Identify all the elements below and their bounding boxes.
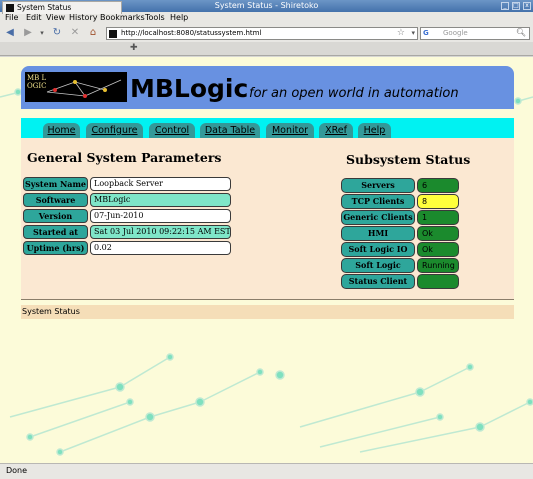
site-tagline: for an open world in automation: [249, 86, 459, 101]
site-brand: MBLogic: [130, 74, 249, 103]
param-label: Software: [23, 193, 88, 207]
tab-favicon: [6, 4, 14, 12]
search-placeholder[interactable]: Google: [443, 29, 468, 37]
nav-help[interactable]: Help: [358, 123, 391, 138]
close-icon[interactable]: x: [523, 2, 531, 10]
minimize-icon[interactable]: _: [501, 2, 509, 10]
menu-edit[interactable]: Edit: [26, 13, 42, 22]
tab-label: System Status: [17, 3, 72, 12]
forward-arrow-icon[interactable]: ▶: [22, 27, 34, 39]
subsystem-value: Ok: [417, 226, 459, 241]
search-engine-icon[interactable]: G: [423, 29, 429, 37]
param-label: System Name: [23, 177, 88, 191]
maximize-icon[interactable]: □: [512, 2, 520, 10]
nav-control[interactable]: Control: [149, 123, 195, 138]
param-value: 07-Jun-2010: [90, 209, 231, 223]
logo-network-graphic: [46, 79, 122, 98]
back-arrow-icon[interactable]: ◀: [4, 27, 16, 39]
new-tab-icon[interactable]: ✚: [130, 43, 138, 53]
param-label: Uptime (hrs): [23, 241, 88, 255]
address-bar[interactable]: http://localhost:8080/statussystem.html …: [106, 27, 418, 40]
menu-help[interactable]: Help: [170, 13, 188, 22]
subsystem-value: Running: [417, 258, 459, 273]
menu-view[interactable]: View: [46, 13, 65, 22]
param-label: Started at: [23, 225, 88, 239]
param-label: Version: [23, 209, 88, 223]
address-url[interactable]: http://localhost:8080/statussystem.html: [121, 29, 261, 37]
subsystem-label: Soft Logic: [341, 258, 415, 273]
subsystem-label: Soft Logic IO: [341, 242, 415, 257]
subsystem-label: Generic Clients: [341, 210, 415, 225]
subsystem-value: [417, 274, 459, 289]
mblogic-logo: MB LOGIC: [25, 72, 127, 102]
nav-data-table[interactable]: Data Table: [200, 123, 260, 138]
reload-icon[interactable]: ↻: [51, 27, 63, 39]
nav-configure[interactable]: Configure: [86, 123, 143, 138]
site-header: MB LOGIC MBLogic for an open world in au…: [21, 66, 514, 109]
url-dropdown-icon[interactable]: ▾: [411, 29, 415, 37]
page-viewport: MB LOGIC MBLogic for an open world in au…: [0, 57, 533, 463]
subsystem-status-heading: Subsystem Status: [346, 152, 471, 167]
menu-tools[interactable]: Tools: [145, 13, 165, 22]
window-controls: _ □ x: [501, 2, 531, 10]
bookmark-star-icon[interactable]: ☆: [397, 28, 405, 38]
param-value: 0.02: [90, 241, 231, 255]
nav-xref[interactable]: XRef: [319, 123, 353, 138]
param-value: MBLogic: [90, 193, 231, 207]
subsystem-label: Status Client: [341, 274, 415, 289]
menu-bookmarks[interactable]: Bookmarks: [100, 13, 145, 22]
subsystem-value: 8: [417, 194, 459, 209]
history-dropdown-icon[interactable]: ▾: [36, 27, 48, 39]
subsystem-value: 1: [417, 210, 459, 225]
search-icon[interactable]: 🔍︎: [516, 28, 526, 37]
subsystem-label: HMI: [341, 226, 415, 241]
status-text: Done: [6, 466, 28, 475]
subsystem-value: 6: [417, 178, 459, 193]
subsystem-value: Ok: [417, 242, 459, 257]
general-parameters-heading: General System Parameters: [27, 150, 222, 165]
subsystem-label: Servers: [341, 178, 415, 193]
menu-file[interactable]: File: [5, 13, 18, 22]
stop-icon[interactable]: ✕: [69, 27, 81, 39]
nav-monitor[interactable]: Monitor: [266, 123, 314, 138]
site-favicon: [109, 30, 117, 38]
home-icon[interactable]: ⌂: [87, 27, 99, 39]
browser-statusbar: Done: [0, 463, 533, 479]
search-box[interactable]: G Google 🔍︎: [420, 27, 530, 40]
nav-home[interactable]: Home: [43, 123, 80, 138]
menu-history[interactable]: History: [69, 13, 97, 22]
param-value: Sat 03 Jul 2010 09:22:15 AM EST: [90, 225, 231, 239]
content-divider: [21, 299, 514, 300]
tab-system-status[interactable]: System Status: [2, 1, 122, 14]
tab-bar: [0, 42, 533, 56]
subsystem-label: TCP Clients: [341, 194, 415, 209]
page-footer: System Status: [21, 305, 514, 319]
param-value: Loopback Server: [90, 177, 231, 191]
